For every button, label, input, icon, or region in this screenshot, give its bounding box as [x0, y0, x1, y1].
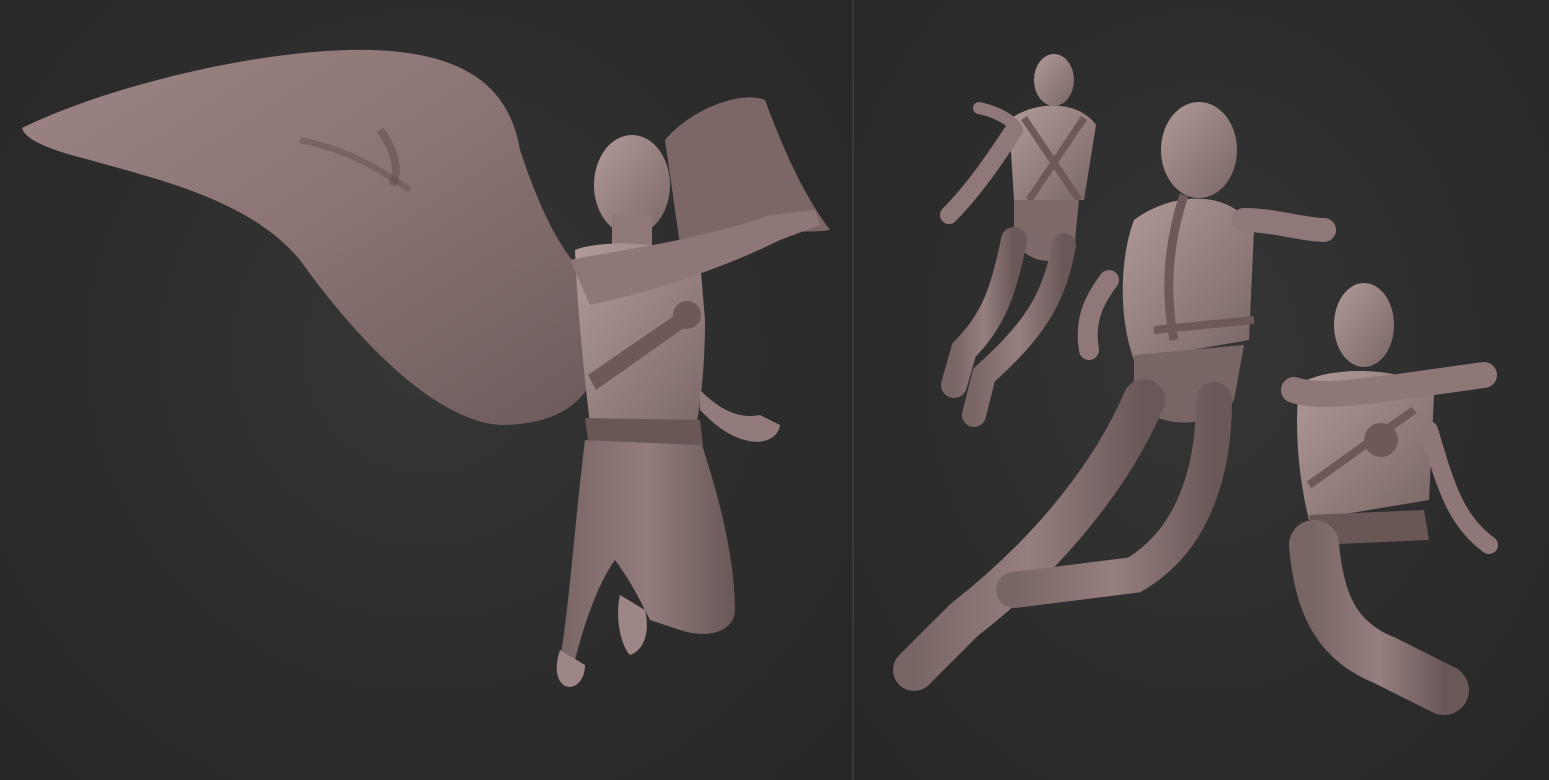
right-render-panel [854, 0, 1549, 780]
back-view-figure [940, 54, 1096, 427]
fist-arm [700, 390, 780, 442]
left-render-panel [0, 0, 852, 780]
front-view-figure [1281, 283, 1498, 715]
figure-views-render [893, 54, 1498, 715]
strap-medallion [673, 301, 701, 329]
caped-figure-render [22, 49, 830, 687]
render-stage [0, 0, 1549, 780]
legs [560, 440, 735, 660]
cape-shape [22, 49, 600, 426]
